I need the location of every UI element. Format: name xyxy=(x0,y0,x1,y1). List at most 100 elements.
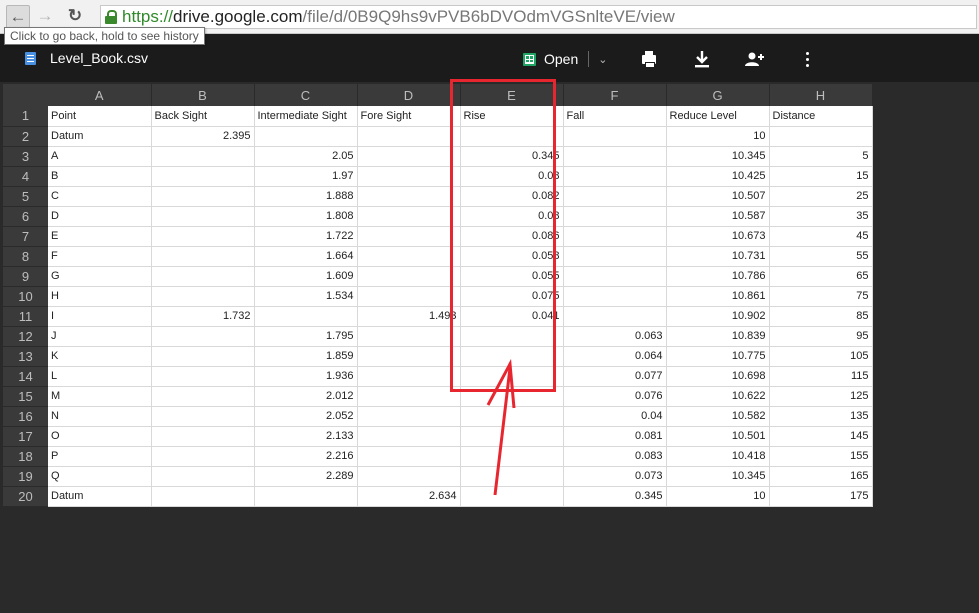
table-cell: 35 xyxy=(769,206,873,227)
divider xyxy=(588,51,590,67)
column-header: G xyxy=(666,84,770,106)
table-cell: F xyxy=(48,246,152,267)
row-header: 14 xyxy=(3,366,48,387)
table-row: 7 E 1.722 0.086 10.673 45 xyxy=(3,226,873,247)
table-cell xyxy=(563,166,667,187)
column-header: B xyxy=(151,84,255,106)
table-cell xyxy=(151,486,255,507)
table-cell xyxy=(563,186,667,207)
table-cell: N xyxy=(48,406,152,427)
table-cell: 10.587 xyxy=(666,206,770,227)
table-cell: 1.732 xyxy=(151,306,255,327)
table-cell xyxy=(151,466,255,487)
table-cell xyxy=(563,266,667,287)
table-cell xyxy=(357,406,461,427)
table-cell xyxy=(357,146,461,167)
back-arrow-icon[interactable]: ← xyxy=(6,5,30,29)
back-button-tooltip: Click to go back, hold to see history xyxy=(4,27,205,45)
table-cell: 10.345 xyxy=(666,146,770,167)
table-cell: 155 xyxy=(769,446,873,467)
table-cell: M xyxy=(48,386,152,407)
lock-icon xyxy=(105,10,117,24)
table-cell: E xyxy=(48,226,152,247)
download-icon[interactable] xyxy=(690,47,714,71)
table-cell xyxy=(563,306,667,327)
table-cell: 10.902 xyxy=(666,306,770,327)
table-cell: 10.673 xyxy=(666,226,770,247)
table-cell xyxy=(151,206,255,227)
table-cell xyxy=(254,126,358,147)
table-row: 12 J 1.795 0.063 10.839 95 xyxy=(3,326,873,347)
table-row: 6 D 1.808 0.08 10.587 35 xyxy=(3,206,873,227)
table-cell: 1.664 xyxy=(254,246,358,267)
table-cell: 10.418 xyxy=(666,446,770,467)
row-header: 1 xyxy=(3,106,48,127)
table-cell: 10 xyxy=(666,126,770,147)
table-cell xyxy=(563,226,667,247)
table-row: 2 Datum 2.395 10 xyxy=(3,126,873,147)
table-cell: 10 xyxy=(666,486,770,507)
table-cell: 1.795 xyxy=(254,326,358,347)
grid-corner xyxy=(3,84,48,106)
add-people-icon[interactable] xyxy=(743,47,767,71)
table-row: 15 M 2.012 0.076 10.622 125 xyxy=(3,386,873,407)
table-cell: Datum xyxy=(48,486,152,507)
open-label: Open xyxy=(544,51,579,67)
table-cell: 1.534 xyxy=(254,286,358,307)
table-cell: 0.077 xyxy=(563,366,667,387)
table-cell xyxy=(357,266,461,287)
reload-icon[interactable]: ↻ xyxy=(64,5,86,27)
table-cell: 1.808 xyxy=(254,206,358,227)
table-cell: 10.786 xyxy=(666,266,770,287)
more-options-icon[interactable] xyxy=(795,47,819,71)
table-cell xyxy=(151,146,255,167)
table-cell: 0.345 xyxy=(563,486,667,507)
forward-arrow-icon[interactable]: → xyxy=(34,5,56,27)
chevron-down-icon[interactable]: ⌄ xyxy=(598,53,607,66)
table-cell: Fore Sight xyxy=(357,106,461,127)
row-header: 10 xyxy=(3,286,48,307)
table-row: 5 C 1.888 0.082 10.507 25 xyxy=(3,186,873,207)
row-header: 4 xyxy=(3,166,48,187)
row-header: 9 xyxy=(3,266,48,287)
table-cell xyxy=(151,406,255,427)
row-header: 8 xyxy=(3,246,48,267)
row-header: 16 xyxy=(3,406,48,427)
table-cell xyxy=(151,186,255,207)
table-cell: 0.076 xyxy=(563,386,667,407)
table-cell: 2.133 xyxy=(254,426,358,447)
table-cell xyxy=(357,346,461,367)
table-cell: Point xyxy=(48,106,152,127)
print-icon[interactable] xyxy=(637,47,661,71)
column-header: F xyxy=(563,84,667,106)
table-cell: 10.839 xyxy=(666,326,770,347)
table-cell: 10.582 xyxy=(666,406,770,427)
table-cell: 105 xyxy=(769,346,873,367)
row-header: 15 xyxy=(3,386,48,407)
table-cell: 0.04 xyxy=(563,406,667,427)
table-cell: 115 xyxy=(769,366,873,387)
table-cell: 2.216 xyxy=(254,446,358,467)
table-cell: 1.859 xyxy=(254,346,358,367)
table-cell: G xyxy=(48,266,152,287)
table-cell: 125 xyxy=(769,386,873,407)
row-header: 17 xyxy=(3,426,48,447)
highlight-annotation-box xyxy=(450,79,556,392)
table-cell: 1.936 xyxy=(254,366,358,387)
table-cell: 1.888 xyxy=(254,186,358,207)
table-cell xyxy=(563,286,667,307)
row-header: 7 xyxy=(3,226,48,247)
open-with-button[interactable]: Open ⌄ xyxy=(523,47,607,71)
table-cell: 10.731 xyxy=(666,246,770,267)
row-header: 20 xyxy=(3,486,48,507)
table-cell: 2.012 xyxy=(254,386,358,407)
table-cell xyxy=(357,426,461,447)
table-row: 8 F 1.664 0.058 10.731 55 xyxy=(3,246,873,267)
table-cell xyxy=(151,166,255,187)
table-cell xyxy=(151,426,255,447)
table-cell xyxy=(357,246,461,267)
url-host: drive.google.com xyxy=(173,7,303,26)
address-bar[interactable]: https://drive.google.com/file/d/0B9Q9hs9… xyxy=(100,5,977,29)
table-cell: 10.425 xyxy=(666,166,770,187)
table-cell xyxy=(254,306,358,327)
